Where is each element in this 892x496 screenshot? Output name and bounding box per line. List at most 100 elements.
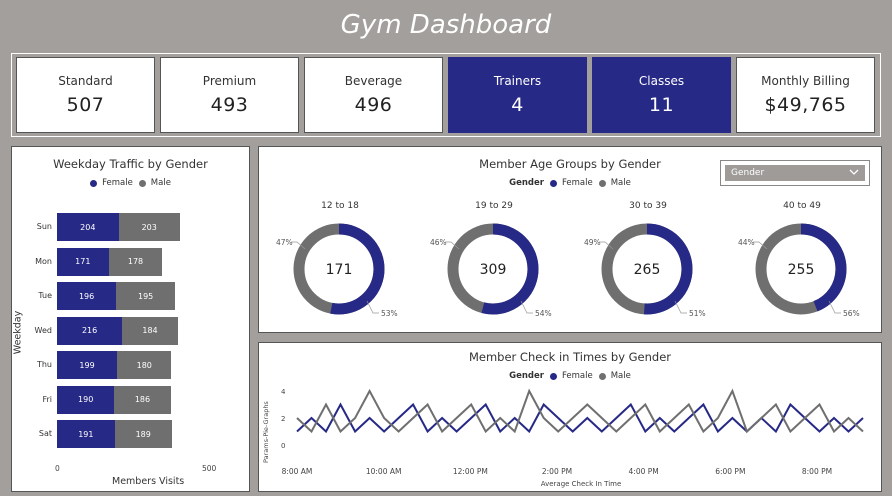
male-bar[interactable]: 195 xyxy=(116,282,176,310)
male-legend-dot xyxy=(598,179,606,187)
weekday-traffic-panel[interactable]: Weekday Traffic by Gender Female Male We… xyxy=(11,146,250,492)
x-tick-label: 10:00 AM xyxy=(366,467,402,476)
weekday-label: Thu xyxy=(36,360,52,369)
x-tick-label: 6:00 PM xyxy=(715,467,745,476)
chevron-down-icon xyxy=(849,168,859,178)
weekday-traffic-title: Weekday Traffic by Gender xyxy=(53,157,208,171)
y-tick-label: 4 xyxy=(281,388,286,396)
weekday-legend: Female Male xyxy=(12,178,249,188)
slice-pct-label: 44% xyxy=(738,238,755,247)
x-tick-label: 12:00 PM xyxy=(453,467,488,476)
dashboard-title: Gym Dashboard xyxy=(340,10,552,40)
gender-dropdown-inner[interactable]: Gender xyxy=(724,164,866,182)
donut-total: 171 xyxy=(326,262,353,278)
female-bar[interactable]: 216 xyxy=(57,316,123,345)
kpi-label: Classes xyxy=(638,74,685,88)
slice-pct-label: 56% xyxy=(843,309,860,318)
kpi-card-beverage[interactable]: Beverage 496 xyxy=(304,57,443,133)
kpi-value: 493 xyxy=(210,94,249,116)
weekday-label: Wed xyxy=(34,325,52,335)
slice-pct-label: 47% xyxy=(276,238,293,247)
male-bar[interactable]: 178 xyxy=(108,247,163,276)
female-bar[interactable]: 199 xyxy=(57,351,118,379)
male-legend-label: Male xyxy=(610,178,631,188)
female-legend-dot xyxy=(90,179,98,187)
kpi-label: Premium xyxy=(202,74,257,88)
male-bar[interactable]: 203 xyxy=(118,213,180,241)
male-bar[interactable]: 180 xyxy=(117,351,172,379)
x-tick-0: 0 xyxy=(55,464,60,473)
kpi-card-classes[interactable]: Classes 11 xyxy=(592,57,731,133)
female-bar[interactable]: 190 xyxy=(57,385,115,414)
age-group-label: 19 to 29 xyxy=(475,201,513,211)
weekday-label: Fri xyxy=(42,394,52,404)
x-tick-label: 8:00 AM xyxy=(282,467,313,476)
male-bar[interactable]: 186 xyxy=(114,385,171,414)
checkin-line-chart[interactable]: 0 2 4 Params-Pie-Graphs 8:00 AM 10:00 AM 12:00… xyxy=(259,343,881,491)
kpi-card-standard[interactable]: Standard 507 xyxy=(16,57,155,133)
donut-total: 309 xyxy=(480,262,507,278)
weekday-row: Sun 204 203 xyxy=(12,213,251,241)
checkin-panel[interactable]: Member Check in Times by Gender Gender F… xyxy=(258,342,882,492)
female-legend-dot xyxy=(549,179,557,187)
age-donut[interactable]: 30 to 39 265 51% 49% xyxy=(573,201,723,331)
female-bar[interactable]: 204 xyxy=(57,213,119,241)
weekday-row: Sat 191 189 xyxy=(12,420,251,448)
weekday-label: Tue xyxy=(38,291,52,300)
kpi-card-monthly-billing[interactable]: Monthly Billing $49,765 xyxy=(736,57,875,133)
kpi-value: $49,765 xyxy=(764,94,847,116)
kpi-value: 507 xyxy=(66,94,105,116)
slice-pct-label: 53% xyxy=(381,309,398,318)
y-tick-label: 2 xyxy=(281,415,285,423)
weekday-row: Fri 190 186 xyxy=(12,385,251,414)
weekday-label: Sat xyxy=(38,429,52,438)
donut-chart[interactable]: 309 54% 46% xyxy=(419,211,569,331)
weekday-row: Tue 196 195 xyxy=(12,282,251,310)
female-bar[interactable]: 191 xyxy=(57,420,115,448)
kpi-value: 496 xyxy=(354,94,393,116)
age-donut[interactable]: 12 to 18 171 53% 47% xyxy=(265,201,415,331)
kpi-card-trainers[interactable]: Trainers 4 xyxy=(448,57,587,133)
gender-dropdown-value: Gender xyxy=(731,168,765,178)
slice-pct-label: 54% xyxy=(535,309,552,318)
kpi-label: Beverage xyxy=(344,74,403,88)
male-legend-dot xyxy=(138,179,146,187)
female-legend-label: Female xyxy=(561,178,593,188)
y-tick-label: 0 xyxy=(281,442,285,450)
x-tick-label: 2:00 PM xyxy=(542,467,572,476)
weekday-x-axis-title: Members Visits xyxy=(112,476,185,487)
weekday-row: Mon 171 178 xyxy=(12,247,251,276)
x-tick-label: 8:00 PM xyxy=(802,467,832,476)
kpi-value: 11 xyxy=(648,94,675,116)
donut-chart[interactable]: 265 51% 49% xyxy=(573,211,723,331)
checkin-y-axis-title: Params-Pie-Graphs xyxy=(262,401,270,463)
donut-chart[interactable]: 171 53% 47% xyxy=(265,211,415,331)
male-bar[interactable]: 184 xyxy=(122,316,178,345)
age-donut[interactable]: 19 to 29 309 54% 46% xyxy=(419,201,569,331)
slice-pct-label: 46% xyxy=(430,238,447,247)
weekday-row: Wed 216 184 xyxy=(12,316,251,345)
x-tick-label: 4:00 PM xyxy=(629,467,659,476)
slice-pct-label: 49% xyxy=(584,238,601,247)
male-bar[interactable]: 189 xyxy=(114,420,172,448)
age-group-label: 40 to 49 xyxy=(783,201,821,211)
x-tick-500: 500 xyxy=(202,464,217,473)
weekday-row: Thu 199 180 xyxy=(12,351,251,379)
male-legend-label: Male xyxy=(150,178,171,188)
kpi-label: Monthly Billing xyxy=(761,74,850,88)
donut-total: 265 xyxy=(634,262,661,278)
female-bar[interactable]: 171 xyxy=(57,247,109,276)
slice-pct-label: 51% xyxy=(689,309,706,318)
female-legend-label: Female xyxy=(102,178,133,188)
female-bar[interactable]: 196 xyxy=(57,282,117,310)
weekday-label: Sun xyxy=(36,222,52,231)
kpi-card-premium[interactable]: Premium 493 xyxy=(160,57,299,133)
gender-dropdown[interactable]: Gender xyxy=(720,160,870,186)
age-groups-panel[interactable]: Member Age Groups by Gender Gender Femal… xyxy=(258,146,882,333)
kpi-value: 4 xyxy=(511,94,524,116)
checkin-x-axis-title: Average Check In Time xyxy=(541,480,622,488)
donut-chart[interactable]: 255 56% 44% xyxy=(727,211,877,331)
age-donut[interactable]: 40 to 49 255 56% 44% xyxy=(727,201,877,331)
kpi-label: Standard xyxy=(58,74,113,88)
kpi-row: Standard 507 Premium 493 Beverage 496 Trainers… xyxy=(11,53,881,137)
